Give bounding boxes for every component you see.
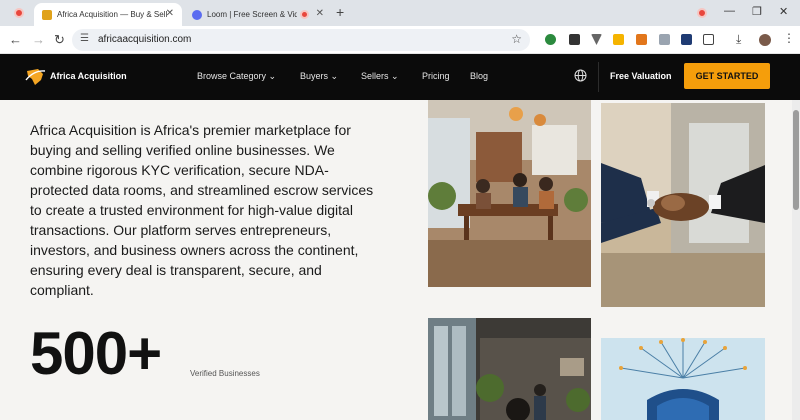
page-scrollbar[interactable] <box>792 100 800 420</box>
handshake-image <box>601 103 765 307</box>
extension-icon[interactable] <box>569 34 580 45</box>
url-text: africaacquisition.com <box>98 34 192 45</box>
nav-label: Buyers <box>300 71 329 81</box>
menu-icon[interactable]: ⋮ <box>783 31 795 45</box>
recording-icon[interactable] <box>14 8 24 18</box>
close-tab-icon[interactable]: ✕ <box>316 8 324 19</box>
tab-loom[interactable]: Loom | Free Screen & Video ✕ <box>184 3 332 26</box>
extension-icon[interactable] <box>545 34 556 45</box>
metamask-icon[interactable] <box>636 34 647 45</box>
free-valuation-link[interactable]: Free Valuation <box>610 71 672 81</box>
profile-avatar[interactable] <box>759 34 771 46</box>
site-info-icon[interactable]: ☰ <box>80 33 89 44</box>
nav-buyers[interactable]: Buyers ⌄ <box>300 71 338 82</box>
forward-icon[interactable]: → <box>32 32 45 47</box>
minimize-icon[interactable]: — <box>724 5 735 17</box>
download-icon[interactable]: ⤓ <box>736 32 741 47</box>
maximize-icon[interactable]: ❐ <box>752 5 762 18</box>
nav-blog[interactable]: Blog <box>470 71 488 81</box>
tab-title: Africa Acquisition — Buy & Sell <box>57 10 168 19</box>
scrollbar-thumb[interactable] <box>793 110 799 210</box>
back-icon[interactable]: ← <box>9 32 22 47</box>
hero-section: Africa Acquisition is Africa's premier m… <box>0 100 792 420</box>
get-started-button[interactable]: GET STARTED <box>684 63 770 89</box>
workspace-image <box>428 318 591 420</box>
hero-description: Africa Acquisition is Africa's premier m… <box>30 122 374 298</box>
address-bar[interactable]: ☰ africaacquisition.com ☆ <box>72 29 530 51</box>
new-tab-button[interactable]: + <box>336 4 344 20</box>
site-header: Africa Acquisition Browse Category ⌄ Buy… <box>0 54 800 100</box>
stat-number: 500+ <box>30 320 162 387</box>
tab-strip: Africa Acquisition — Buy & Sell ✕ Loom |… <box>0 0 800 26</box>
close-window-icon[interactable]: ✕ <box>779 5 788 18</box>
globe-icon[interactable] <box>574 69 587 82</box>
africa-acquisition-favicon-icon <box>42 9 52 20</box>
circuit-tech-image <box>601 338 765 420</box>
tab-title: Loom | Free Screen & Video <box>207 10 297 19</box>
bookmark-star-icon[interactable]: ☆ <box>511 32 522 46</box>
nav-browse-category[interactable]: Browse Category ⌄ <box>197 71 276 82</box>
tab-africa-acquisition[interactable]: Africa Acquisition — Buy & Sell ✕ <box>34 3 182 26</box>
nav-divider <box>598 62 599 92</box>
extension-icon[interactable] <box>613 34 624 45</box>
recording-icon[interactable] <box>697 8 707 18</box>
close-tab-icon[interactable]: ✕ <box>166 8 174 19</box>
office-team-image <box>428 100 591 287</box>
recording-icon <box>300 10 309 19</box>
chevron-down-icon: ⌄ <box>268 71 277 81</box>
chevron-down-icon: ⌄ <box>391 71 399 81</box>
nav-pricing[interactable]: Pricing <box>422 71 450 81</box>
nav-label: Browse Category <box>197 71 267 81</box>
reload-icon[interactable]: ↻ <box>54 32 65 48</box>
extensions-puzzle-icon[interactable] <box>703 34 714 45</box>
chevron-down-icon: ⌄ <box>330 71 339 81</box>
browser-toolbar: ← → ↻ ☰ africaacquisition.com ☆ <box>0 26 800 54</box>
nav-sellers[interactable]: Sellers ⌄ <box>361 71 399 82</box>
loom-favicon-icon <box>192 9 202 20</box>
africa-acquisition-logo-icon[interactable] <box>24 67 46 87</box>
brand-name[interactable]: Africa Acquisition <box>50 71 127 81</box>
extension-icon[interactable] <box>659 34 670 45</box>
stat-label: Verified Businesses <box>190 369 260 378</box>
extension-icon[interactable] <box>681 34 692 45</box>
nav-label: Sellers <box>361 71 389 81</box>
